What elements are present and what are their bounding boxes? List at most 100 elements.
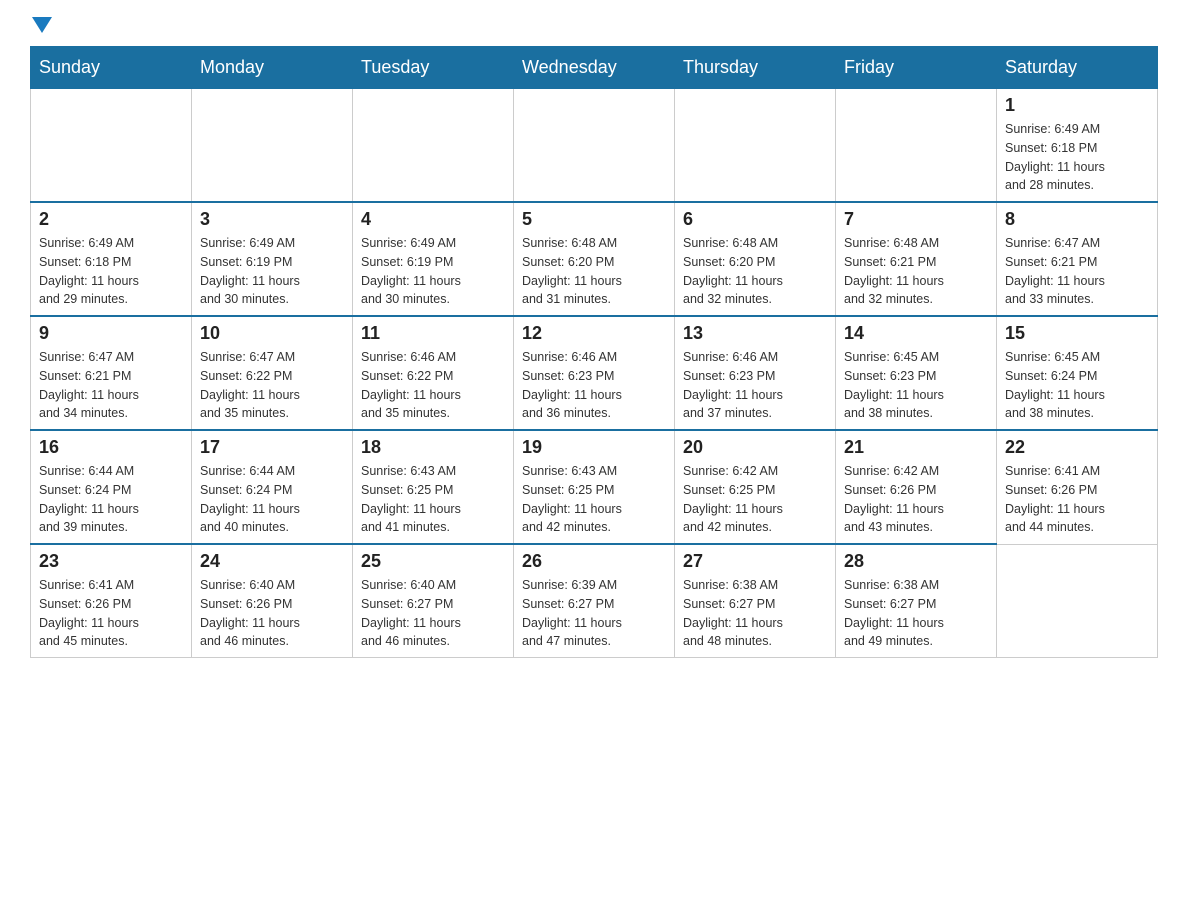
calendar-header-row: SundayMondayTuesdayWednesdayThursdayFrid…	[31, 47, 1158, 89]
day-header-sunday: Sunday	[31, 47, 192, 89]
day-number: 24	[200, 551, 344, 572]
calendar-cell	[353, 89, 514, 203]
day-info: Sunrise: 6:43 AM Sunset: 6:25 PM Dayligh…	[522, 462, 666, 537]
page-header	[30, 20, 1158, 36]
day-number: 7	[844, 209, 988, 230]
day-info: Sunrise: 6:47 AM Sunset: 6:21 PM Dayligh…	[1005, 234, 1149, 309]
calendar-cell: 5 Sunrise: 6:48 AM Sunset: 6:20 PM Daylig…	[514, 202, 675, 316]
day-header-tuesday: Tuesday	[353, 47, 514, 89]
day-header-monday: Monday	[192, 47, 353, 89]
calendar-cell	[192, 89, 353, 203]
calendar-week-row: 1 Sunrise: 6:49 AM Sunset: 6:18 PM Daylig…	[31, 89, 1158, 203]
calendar-cell: 8 Sunrise: 6:47 AM Sunset: 6:21 PM Daylig…	[997, 202, 1158, 316]
calendar-cell: 13 Sunrise: 6:46 AM Sunset: 6:23 PM Dayli…	[675, 316, 836, 430]
day-number: 10	[200, 323, 344, 344]
day-number: 22	[1005, 437, 1149, 458]
calendar-cell: 16 Sunrise: 6:44 AM Sunset: 6:24 PM Dayli…	[31, 430, 192, 544]
day-number: 2	[39, 209, 183, 230]
calendar-cell	[31, 89, 192, 203]
calendar-cell: 14Sunrise: 6:45 AM Sunset: 6:23 PM Dayli…	[836, 316, 997, 430]
day-number: 26	[522, 551, 666, 572]
day-number: 8	[1005, 209, 1149, 230]
day-info: Sunrise: 6:41 AM Sunset: 6:26 PM Dayligh…	[39, 576, 183, 651]
day-info: Sunrise: 6:46 AM Sunset: 6:23 PM Dayligh…	[683, 348, 827, 423]
day-info: Sunrise: 6:48 AM Sunset: 6:20 PM Dayligh…	[522, 234, 666, 309]
calendar-cell: 24 Sunrise: 6:40 AM Sunset: 6:26 PM Dayli…	[192, 544, 353, 658]
day-info: Sunrise: 6:38 AM Sunset: 6:27 PM Dayligh…	[844, 576, 988, 651]
day-info: Sunrise: 6:49 AM Sunset: 6:18 PM Dayligh…	[1005, 120, 1149, 195]
calendar-cell: 19 Sunrise: 6:43 AM Sunset: 6:25 PM Dayli…	[514, 430, 675, 544]
day-number: 15	[1005, 323, 1149, 344]
day-number: 18	[361, 437, 505, 458]
calendar-cell	[675, 89, 836, 203]
calendar-cell: 26 Sunrise: 6:39 AM Sunset: 6:27 PM Dayli…	[514, 544, 675, 658]
day-header-thursday: Thursday	[675, 47, 836, 89]
calendar-table: SundayMondayTuesdayWednesdayThursdayFrid…	[30, 46, 1158, 658]
day-info: Sunrise: 6:40 AM Sunset: 6:27 PM Dayligh…	[361, 576, 505, 651]
day-info: Sunrise: 6:47 AM Sunset: 6:22 PM Dayligh…	[200, 348, 344, 423]
calendar-cell: 11 Sunrise: 6:46 AM Sunset: 6:22 PM Dayli…	[353, 316, 514, 430]
logo	[30, 20, 52, 36]
calendar-week-row: 9 Sunrise: 6:47 AM Sunset: 6:21 PM Daylig…	[31, 316, 1158, 430]
day-header-wednesday: Wednesday	[514, 47, 675, 89]
day-number: 28	[844, 551, 988, 572]
calendar-week-row: 2Sunrise: 6:49 AM Sunset: 6:18 PM Daylig…	[31, 202, 1158, 316]
day-info: Sunrise: 6:41 AM Sunset: 6:26 PM Dayligh…	[1005, 462, 1149, 537]
day-number: 27	[683, 551, 827, 572]
day-info: Sunrise: 6:46 AM Sunset: 6:22 PM Dayligh…	[361, 348, 505, 423]
day-number: 16	[39, 437, 183, 458]
calendar-cell: 7 Sunrise: 6:48 AM Sunset: 6:21 PM Daylig…	[836, 202, 997, 316]
day-info: Sunrise: 6:45 AM Sunset: 6:24 PM Dayligh…	[1005, 348, 1149, 423]
day-number: 17	[200, 437, 344, 458]
day-info: Sunrise: 6:45 AM Sunset: 6:23 PM Dayligh…	[844, 348, 988, 423]
day-number: 12	[522, 323, 666, 344]
day-info: Sunrise: 6:49 AM Sunset: 6:19 PM Dayligh…	[200, 234, 344, 309]
day-info: Sunrise: 6:39 AM Sunset: 6:27 PM Dayligh…	[522, 576, 666, 651]
day-info: Sunrise: 6:46 AM Sunset: 6:23 PM Dayligh…	[522, 348, 666, 423]
day-number: 11	[361, 323, 505, 344]
calendar-week-row: 23 Sunrise: 6:41 AM Sunset: 6:26 PM Dayli…	[31, 544, 1158, 658]
day-info: Sunrise: 6:40 AM Sunset: 6:26 PM Dayligh…	[200, 576, 344, 651]
day-number: 23	[39, 551, 183, 572]
calendar-cell	[514, 89, 675, 203]
day-number: 5	[522, 209, 666, 230]
calendar-cell	[997, 544, 1158, 658]
calendar-cell: 3 Sunrise: 6:49 AM Sunset: 6:19 PM Daylig…	[192, 202, 353, 316]
day-info: Sunrise: 6:38 AM Sunset: 6:27 PM Dayligh…	[683, 576, 827, 651]
calendar-cell: 25 Sunrise: 6:40 AM Sunset: 6:27 PM Dayli…	[353, 544, 514, 658]
day-number: 13	[683, 323, 827, 344]
day-info: Sunrise: 6:42 AM Sunset: 6:26 PM Dayligh…	[844, 462, 988, 537]
day-info: Sunrise: 6:43 AM Sunset: 6:25 PM Dayligh…	[361, 462, 505, 537]
day-info: Sunrise: 6:48 AM Sunset: 6:21 PM Dayligh…	[844, 234, 988, 309]
calendar-cell: 10 Sunrise: 6:47 AM Sunset: 6:22 PM Dayli…	[192, 316, 353, 430]
calendar-cell: 2Sunrise: 6:49 AM Sunset: 6:18 PM Daylig…	[31, 202, 192, 316]
day-info: Sunrise: 6:47 AM Sunset: 6:21 PM Dayligh…	[39, 348, 183, 423]
calendar-cell: 27 Sunrise: 6:38 AM Sunset: 6:27 PM Dayli…	[675, 544, 836, 658]
calendar-cell: 20 Sunrise: 6:42 AM Sunset: 6:25 PM Dayli…	[675, 430, 836, 544]
day-info: Sunrise: 6:44 AM Sunset: 6:24 PM Dayligh…	[200, 462, 344, 537]
day-number: 1	[1005, 95, 1149, 116]
calendar-cell: 9 Sunrise: 6:47 AM Sunset: 6:21 PM Daylig…	[31, 316, 192, 430]
calendar-cell: 22 Sunrise: 6:41 AM Sunset: 6:26 PM Dayli…	[997, 430, 1158, 544]
calendar-cell	[836, 89, 997, 203]
day-number: 3	[200, 209, 344, 230]
calendar-cell: 28 Sunrise: 6:38 AM Sunset: 6:27 PM Dayli…	[836, 544, 997, 658]
day-info: Sunrise: 6:42 AM Sunset: 6:25 PM Dayligh…	[683, 462, 827, 537]
day-number: 6	[683, 209, 827, 230]
calendar-cell: 4Sunrise: 6:49 AM Sunset: 6:19 PM Daylig…	[353, 202, 514, 316]
day-header-friday: Friday	[836, 47, 997, 89]
day-info: Sunrise: 6:44 AM Sunset: 6:24 PM Dayligh…	[39, 462, 183, 537]
day-header-saturday: Saturday	[997, 47, 1158, 89]
calendar-cell: 17 Sunrise: 6:44 AM Sunset: 6:24 PM Dayli…	[192, 430, 353, 544]
day-number: 9	[39, 323, 183, 344]
calendar-cell: 12 Sunrise: 6:46 AM Sunset: 6:23 PM Dayli…	[514, 316, 675, 430]
day-number: 25	[361, 551, 505, 572]
day-number: 21	[844, 437, 988, 458]
calendar-cell: 18 Sunrise: 6:43 AM Sunset: 6:25 PM Dayli…	[353, 430, 514, 544]
calendar-cell: 6Sunrise: 6:48 AM Sunset: 6:20 PM Daylig…	[675, 202, 836, 316]
calendar-cell: 21 Sunrise: 6:42 AM Sunset: 6:26 PM Dayli…	[836, 430, 997, 544]
calendar-cell: 1 Sunrise: 6:49 AM Sunset: 6:18 PM Daylig…	[997, 89, 1158, 203]
day-number: 19	[522, 437, 666, 458]
day-number: 4	[361, 209, 505, 230]
day-number: 20	[683, 437, 827, 458]
